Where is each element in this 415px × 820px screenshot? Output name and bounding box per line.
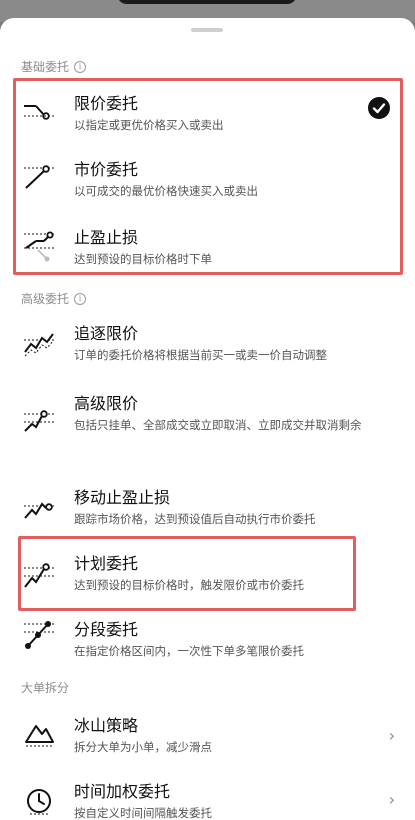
section-header-large: 大单拆分: [21, 679, 69, 696]
order-title: 高级限价: [74, 394, 139, 413]
segment-order-icon: [24, 621, 54, 649]
section-header-basic: 基础委托 i: [21, 58, 87, 75]
order-desc: 达到预设的目标价格时，触发限价或市价委托: [74, 578, 304, 592]
order-item-stop[interactable]: 止盈止损 达到预设的目标价格时下单: [0, 220, 415, 290]
order-item-market[interactable]: 市价委托 以可成交的最优价格快速买入或卖出: [0, 150, 415, 220]
market-order-icon: [24, 165, 54, 189]
device-notch: [117, 0, 297, 4]
chase-limit-icon: [24, 333, 54, 357]
limit-order-icon: [24, 105, 54, 120]
trailing-stop-icon: [24, 502, 54, 519]
order-title: 冰山策略: [74, 716, 139, 735]
order-title: 止盈止损: [74, 228, 139, 247]
order-desc: 按自定义时间间隔触发委托: [74, 806, 212, 820]
twap-clock-icon: [27, 789, 51, 815]
chevron-right-icon: ›: [388, 790, 395, 809]
order-title: 市价委托: [74, 160, 139, 179]
order-title: 追逐限价: [74, 324, 139, 343]
selected-check-icon: [368, 97, 390, 119]
order-title: 限价委托: [74, 94, 139, 113]
info-icon[interactable]: i: [74, 292, 87, 305]
order-desc: 跟踪市场价格，达到预设值后自动执行市价委托: [74, 512, 316, 526]
stop-loss-icon: [24, 231, 54, 262]
order-desc: 达到预设的目标价格时下单: [74, 252, 212, 266]
order-title: 计划委托: [74, 554, 139, 573]
order-desc: 以指定或更优价格买入或卖出: [74, 118, 224, 132]
order-title: 分段委托: [74, 620, 139, 639]
order-item-chase-limit[interactable]: 追逐限价 订单的委托价格将根据当前买一或卖一价自动调整: [0, 314, 415, 384]
order-desc: 拆分大单为小单，减少滑点: [74, 740, 212, 754]
advanced-limit-icon: [24, 410, 54, 432]
order-item-advanced-limit[interactable]: 高级限价 包括只挂单、全部成交或立即取消、立即成交并取消剩余: [0, 384, 415, 476]
iceberg-icon: [25, 725, 54, 747]
plan-order-icon: [24, 563, 54, 588]
order-title: 移动止盈止损: [74, 488, 171, 507]
order-desc: 以可成交的最优价格快速买入或卖出: [74, 184, 258, 198]
section-title-large: 大单拆分: [21, 681, 70, 695]
order-item-iceberg[interactable]: 冰山策略 拆分大单为小单，减少滑点 ›: [0, 702, 415, 772]
section-title-basic: 基础委托: [21, 60, 70, 74]
chevron-right-icon: ›: [388, 726, 395, 745]
section-title-advanced: 高级委托: [21, 292, 70, 306]
order-item-segment[interactable]: 分段委托 在指定价格区间内，一次性下单多笔限价委托: [0, 610, 415, 678]
order-item-trailing-stop[interactable]: 移动止盈止损 跟踪市场价格，达到预设值后自动执行市价委托: [0, 476, 415, 546]
info-icon[interactable]: i: [74, 60, 87, 73]
order-title: 时间加权委托: [74, 782, 171, 801]
order-desc: 订单的委托价格将根据当前买一或卖一价自动调整: [74, 348, 327, 362]
order-item-limit[interactable]: 限价委托 以指定或更优价格买入或卖出: [0, 80, 415, 150]
order-desc: 包括只挂单、全部成交或立即取消、立即成交并取消剩余: [74, 418, 362, 432]
order-desc: 在指定价格区间内，一次性下单多笔限价委托: [74, 644, 304, 658]
drag-handle[interactable]: [191, 28, 223, 32]
order-type-sheet: 基础委托 i 限价委托 以指定或更优价格买入或卖出 市价委托 以可成交的最优价格…: [0, 18, 415, 820]
section-header-advanced: 高级委托 i: [21, 290, 87, 307]
order-item-twap[interactable]: 时间加权委托 按自定义时间间隔触发委托 ›: [0, 772, 415, 820]
order-item-plan[interactable]: 计划委托 达到预设的目标价格时，触发限价或市价委托: [0, 546, 415, 612]
